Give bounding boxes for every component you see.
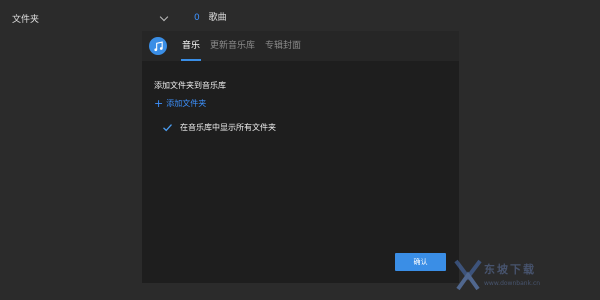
tab-music[interactable]: 音乐 xyxy=(179,31,203,61)
song-count-unit: 歌曲 xyxy=(208,13,227,23)
song-count: 0 歌曲 xyxy=(194,10,227,23)
song-count-number: 0 xyxy=(194,13,200,23)
music-note-icon xyxy=(149,37,167,55)
dialog-header: 音乐 更新音乐库 专辑封面 xyxy=(142,31,459,61)
folder-dropdown[interactable]: 文件夹 xyxy=(12,10,170,26)
folder-dropdown-label: 文件夹 xyxy=(12,14,40,25)
show-all-folders-option: 在音乐库中显示所有文件夹 xyxy=(162,122,276,133)
plus-icon: + xyxy=(154,96,164,110)
chevron-down-icon xyxy=(159,12,169,21)
tab-album-art[interactable]: 专辑封面 xyxy=(262,31,304,61)
top-bar: 文件夹 0 歌曲 xyxy=(0,0,600,34)
tab-update-library[interactable]: 更新音乐库 xyxy=(207,31,258,61)
show-all-folders-label: 在音乐库中显示所有文件夹 xyxy=(180,123,276,132)
section-title: 添加文件夹到音乐库 xyxy=(154,81,226,90)
watermark-text: 东坡下载 xyxy=(484,263,536,276)
music-library-dialog: 音乐 更新音乐库 专辑封面 添加文件夹到音乐库 + 添加文件夹 在音乐库中显示所… xyxy=(142,31,459,283)
check-icon xyxy=(163,124,172,132)
add-folder-label: 添加文件夹 xyxy=(166,99,207,108)
confirm-button[interactable]: 确认 xyxy=(395,253,446,271)
add-folder-link[interactable]: + 添加文件夹 xyxy=(154,98,206,109)
watermark: 东坡下载 www.downbank.cn xyxy=(454,257,594,297)
tab-bar: 音乐 更新音乐库 专辑封面 xyxy=(179,31,308,61)
show-all-folders-checkbox[interactable] xyxy=(162,122,173,133)
watermark-logo-icon xyxy=(454,259,482,291)
watermark-url: www.downbank.cn xyxy=(484,280,541,287)
